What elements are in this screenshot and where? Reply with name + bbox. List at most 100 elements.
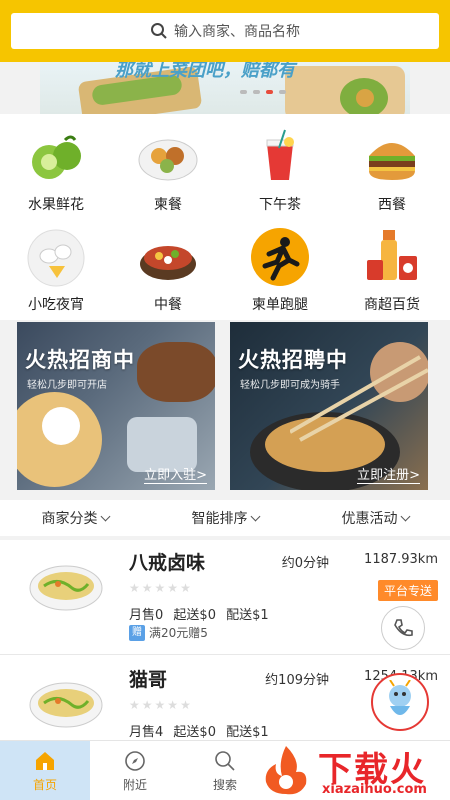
promo-subtitle: 轻松几步即可开店: [27, 380, 107, 391]
filter-label: 优惠活动: [341, 511, 398, 527]
bottom-tab-bar: 首页 附近 搜索: [0, 740, 450, 800]
supermarket-icon: [361, 226, 423, 288]
min-order: 起送$0: [173, 725, 216, 740]
phone-icon: [394, 619, 413, 637]
floating-mascot-button[interactable]: [371, 673, 429, 731]
delivery-time: 约0分钟: [281, 556, 329, 571]
category-supermarket[interactable]: 商超百货: [336, 226, 448, 314]
rider-register-link[interactable]: 立即注册>: [357, 464, 420, 484]
tab-nearby[interactable]: 附近: [90, 741, 180, 800]
category-western[interactable]: 西餐: [336, 126, 448, 214]
burger-icon: [361, 126, 423, 188]
compass-icon: [125, 750, 145, 771]
tab-search[interactable]: 搜索: [180, 741, 270, 800]
platform-delivery-badge: 平台专送: [377, 580, 438, 601]
monthly-sales: 月售0: [129, 608, 164, 623]
tab-label: 首页: [32, 777, 57, 792]
promo-banner[interactable]: 那就上菜团吧，赔都有: [40, 62, 410, 114]
store-thumbnail: [29, 682, 103, 728]
merchant-join-link[interactable]: 立即入驻>: [144, 464, 207, 484]
search-icon: [151, 23, 167, 39]
tab-label: 搜索: [212, 777, 237, 792]
chevron-down-icon: [400, 511, 410, 521]
store-promo: 赠 满20元赠5: [129, 624, 208, 641]
chinese-food-icon: [137, 226, 199, 288]
filter-sort[interactable]: 智能排序: [150, 500, 300, 536]
category-label: 下午茶: [259, 197, 301, 213]
filter-category[interactable]: 商家分类: [0, 500, 150, 536]
banner-title: 那就上菜团吧，赔都有: [115, 62, 295, 81]
delivery-fee: 配送$1: [226, 725, 269, 740]
banner-dot[interactable]: [240, 90, 247, 94]
category-label: 西餐: [378, 197, 406, 213]
category-label: 小吃夜宵: [28, 297, 84, 313]
banner-dot[interactable]: [253, 90, 260, 94]
chevron-down-icon: [100, 511, 110, 521]
star-icon: ★: [129, 581, 140, 595]
delivery-fee: 配送$1: [226, 608, 269, 623]
promo-text: 满20元赠5: [149, 626, 208, 640]
star-icon: ★: [180, 581, 191, 595]
banner-pagination: [240, 90, 286, 94]
category-label: 柬餐: [154, 197, 182, 213]
rider-recruit-card[interactable]: 火热招聘中 轻松几步即可成为骑手 立即注册>: [230, 322, 428, 490]
filter-discount[interactable]: 优惠活动: [300, 500, 450, 536]
filter-label: 商家分类: [41, 511, 98, 527]
search-header: 输入商家、商品名称: [0, 0, 450, 62]
filter-bar: 商家分类 智能排序 优惠活动: [0, 500, 450, 536]
category-afternoon-tea[interactable]: 下午茶: [224, 126, 336, 214]
filter-label: 智能排序: [191, 511, 248, 527]
store-stats: 月售4 起送$0 配送$1: [129, 721, 275, 740]
category-label: 柬单跑腿: [252, 297, 308, 313]
merchant-recruit-card[interactable]: 火热招商中 轻松几步即可开店 立即入驻>: [17, 322, 215, 490]
rating-stars: ★ ★ ★ ★ ★: [129, 698, 191, 712]
avocado-pit-image: [356, 89, 374, 107]
category-label: 商超百货: [364, 297, 420, 313]
tab-label: 附近: [122, 777, 147, 792]
banner-dot-active[interactable]: [266, 90, 273, 94]
store-card[interactable]: 八戒卤味 ★ ★ ★ ★ ★ 约0分钟 1187.93km 月售0 起送$0 配送$1 …: [0, 540, 450, 655]
cambodian-food-icon: [137, 126, 199, 188]
contact-button[interactable]: [381, 606, 425, 650]
search-placeholder: 输入商家、商品名称: [174, 24, 300, 40]
store-stats: 月售0 起送$0 配送$1: [129, 604, 275, 623]
dish-image: [137, 342, 215, 402]
promo-subtitle: 轻松几步即可成为骑手: [240, 380, 340, 391]
star-icon: ★: [141, 581, 153, 595]
runner-icon: [249, 226, 311, 288]
star-icon: ★: [154, 581, 166, 595]
afternoon-tea-icon: [249, 126, 311, 188]
category-errand[interactable]: 柬单跑腿: [224, 226, 336, 314]
snack-icon: [25, 226, 87, 288]
store-distance: 1187.93km: [364, 552, 438, 567]
star-icon: ★: [129, 698, 140, 712]
promo-title: 火热招聘中: [238, 348, 348, 372]
mascot-icon: [389, 680, 411, 715]
category-fruit[interactable]: 水果鲜花: [0, 126, 112, 214]
star-icon: ★: [167, 581, 179, 595]
delivery-time: 约109分钟: [265, 673, 329, 688]
gift-badge: 赠: [129, 624, 145, 641]
category-chinese[interactable]: 中餐: [112, 226, 224, 314]
star-icon: ★: [141, 698, 153, 712]
search-input[interactable]: 输入商家、商品名称: [11, 13, 439, 49]
category-grid: 水果鲜花 柬餐 下午茶 西餐 小吃夜宵 中餐 柬单跑腿 商超百货: [0, 114, 450, 320]
tab-home[interactable]: 首页: [0, 741, 90, 800]
store-thumbnail: [29, 565, 103, 611]
chevron-down-icon: [250, 511, 260, 521]
category-label: 水果鲜花: [28, 197, 84, 213]
category-label: 中餐: [154, 297, 182, 313]
egg-image: [42, 407, 80, 445]
promo-title: 火热招商中: [25, 348, 135, 372]
monthly-sales: 月售4: [129, 725, 164, 740]
banner-dot[interactable]: [279, 90, 286, 94]
category-snacks[interactable]: 小吃夜宵: [0, 226, 112, 314]
star-icon: ★: [154, 698, 166, 712]
store-name: 八戒卤味: [129, 552, 206, 574]
rating-stars: ★ ★ ★ ★ ★: [129, 581, 191, 595]
star-icon: ★: [180, 698, 191, 712]
min-order: 起送$0: [173, 608, 216, 623]
search-icon: [215, 750, 235, 771]
category-cambodian[interactable]: 柬餐: [112, 126, 224, 214]
star-icon: ★: [167, 698, 179, 712]
